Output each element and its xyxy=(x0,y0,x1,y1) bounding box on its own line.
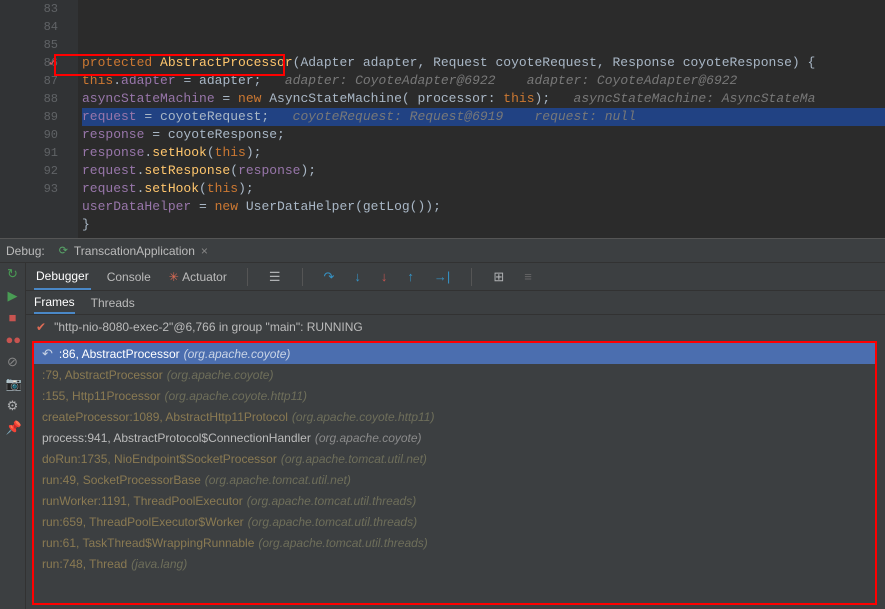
stack-frame[interactable]: run:61, TaskThread$WrappingRunnable (org.… xyxy=(34,532,875,553)
subtab-frames[interactable]: Frames xyxy=(34,291,75,314)
line-number: 88 xyxy=(0,90,58,108)
frame-text: process:941, AbstractProtocol$Connection… xyxy=(42,431,311,445)
frame-package: (org.apache.tomcat.util.net) xyxy=(281,452,427,466)
code-line[interactable]: response = coyoteResponse; xyxy=(82,126,885,144)
subtab-threads[interactable]: Threads xyxy=(91,291,135,314)
drop-frame-icon[interactable]: ↶ xyxy=(42,346,53,362)
frame-package: (org.apache.coyote) xyxy=(315,431,422,445)
stack-frame[interactable]: doRun:1735, NioEndpoint$SocketProcessor (… xyxy=(34,448,875,469)
line-number[interactable]: 86 xyxy=(0,54,58,72)
frames-threads-tabs: Frames Threads xyxy=(26,291,885,315)
tab-debugger[interactable]: Debugger xyxy=(34,263,91,290)
frame-text: run:49, SocketProcessorBase xyxy=(42,473,201,487)
code-line[interactable]: request.setResponse(response); xyxy=(82,162,885,180)
frame-text: doRun:1735, NioEndpoint$SocketProcessor xyxy=(42,452,277,466)
frame-text: :155, Http11Processor xyxy=(42,389,161,403)
stack-frame[interactable]: run:49, SocketProcessorBase (org.apache.t… xyxy=(34,469,875,490)
code-line[interactable] xyxy=(82,234,885,238)
frame-package: (org.apache.tomcat.util.threads) xyxy=(247,494,416,508)
layout-icon[interactable]: ☰ xyxy=(266,269,284,285)
resume-icon[interactable]: ▶ xyxy=(6,289,20,303)
line-number: 84 xyxy=(0,18,58,36)
mute-breakpoints-icon[interactable]: ⊘ xyxy=(6,355,20,369)
code-line[interactable]: request.setHook(this); xyxy=(82,180,885,198)
view-breakpoints-icon[interactable]: ●● xyxy=(6,333,20,347)
get-thread-dump-icon[interactable]: 📷 xyxy=(6,377,20,391)
frame-text: runWorker:1191, ThreadPoolExecutor xyxy=(42,494,243,508)
thread-name: "http-nio-8080-exec-2"@6,766 in group "m… xyxy=(54,320,363,334)
more-icon[interactable]: ≡ xyxy=(521,269,535,284)
code-area[interactable]: protected AbstractProcessor(Adapter adap… xyxy=(78,0,885,238)
line-number: 93 xyxy=(0,180,58,198)
frame-text: run:748, Thread xyxy=(42,557,127,571)
frame-text: run:659, ThreadPoolExecutor$Worker xyxy=(42,515,244,529)
code-line[interactable]: } xyxy=(82,216,885,234)
stack-frame[interactable]: runWorker:1191, ThreadPoolExecutor (org.a… xyxy=(34,490,875,511)
line-number: 83 xyxy=(0,0,58,18)
run-config-name[interactable]: TranscationApplication xyxy=(74,244,195,258)
code-line[interactable]: asyncStateMachine = new AsyncStateMachin… xyxy=(82,90,885,108)
code-line[interactable]: this.adapter = adapter; adapter: CoyoteA… xyxy=(82,72,885,90)
stack-frame[interactable]: run:748, Thread (java.lang) xyxy=(34,553,875,574)
stack-frame[interactable]: run:659, ThreadPoolExecutor$Worker (org.a… xyxy=(34,511,875,532)
frames-list[interactable]: ↶ :86, AbstractProcessor (org.apache.coyot… xyxy=(32,341,877,605)
frame-text: createProcessor:1089, AbstractHttp11Prot… xyxy=(42,410,288,424)
frame-text: run:61, TaskThread$WrappingRunnable xyxy=(42,536,254,550)
code-line[interactable]: request = coyoteRequest; coyoteRequest: … xyxy=(82,108,885,126)
frame-package: (org.apache.coyote.http11) xyxy=(292,410,435,424)
frame-package: (org.apache.tomcat.util.threads) xyxy=(258,536,427,550)
force-step-into-icon[interactable]: ↓ xyxy=(378,269,391,284)
frame-package: (org.apache.tomcat.util.net) xyxy=(205,473,351,487)
tab-actuator[interactable]: ✳ Actuator xyxy=(167,263,229,290)
debug-label: Debug: xyxy=(6,244,45,258)
tab-console[interactable]: Console xyxy=(105,263,153,290)
stack-frame[interactable]: ↶ :86, AbstractProcessor (org.apache.coyot… xyxy=(34,343,875,364)
stack-frame[interactable]: :155, Http11Processor (org.apache.coyote.… xyxy=(34,385,875,406)
step-into-icon[interactable]: ↓ xyxy=(351,269,364,284)
line-number: 90 xyxy=(0,126,58,144)
frame-package: (java.lang) xyxy=(131,557,187,571)
code-line[interactable]: protected AbstractProcessor(Adapter adap… xyxy=(82,54,885,72)
line-number: 89 xyxy=(0,108,58,126)
settings-icon[interactable]: ⚙ xyxy=(6,399,20,413)
pin-icon[interactable]: 📌 xyxy=(6,421,20,435)
frame-package: (org.apache.tomcat.util.threads) xyxy=(248,515,417,529)
stop-icon[interactable]: ■ xyxy=(6,311,20,325)
stack-frame[interactable]: :79, AbstractProcessor (org.apache.coyote… xyxy=(34,364,875,385)
line-number: 85 xyxy=(0,36,58,54)
line-number: 92 xyxy=(0,162,58,180)
debug-left-toolbar: ↻ ▶ ■ ●● ⊘ 📷 ⚙ 📌 xyxy=(0,263,26,609)
run-config-icon: ⟳ xyxy=(59,244,68,257)
step-out-icon[interactable]: ↑ xyxy=(404,269,417,284)
thread-status-icon: ✔ xyxy=(36,320,46,334)
step-over-icon[interactable]: ↷ xyxy=(321,269,338,285)
stack-frame[interactable]: createProcessor:1089, AbstractHttp11Prot… xyxy=(34,406,875,427)
line-number: 87 xyxy=(0,72,58,90)
line-gutter: 83 84 85 86 87 88 89 90 91 92 93 xyxy=(0,0,78,238)
frame-package: (org.apache.coyote.http11) xyxy=(165,389,308,403)
debug-titlebar: Debug: ⟳ TranscationApplication × xyxy=(0,239,885,263)
evaluate-icon[interactable]: ⊞ xyxy=(490,269,507,285)
debug-tabs: Debugger Console ✳ Actuator ☰ ↷ ↓ ↓ ↑ →|… xyxy=(26,263,885,291)
close-icon[interactable]: × xyxy=(201,244,208,258)
code-editor[interactable]: 83 84 85 86 87 88 89 90 91 92 93 protect… xyxy=(0,0,885,238)
frame-package: (org.apache.coyote) xyxy=(167,368,274,382)
thread-selector[interactable]: ✔ "http-nio-8080-exec-2"@6,766 in group … xyxy=(26,315,885,339)
code-line[interactable]: userDataHelper = new UserDataHelper(getL… xyxy=(82,198,885,216)
frame-package: (org.apache.coyote) xyxy=(184,347,291,361)
debug-tool-window: Debug: ⟳ TranscationApplication × ↻ ▶ ■ … xyxy=(0,238,885,609)
frame-text: :86, AbstractProcessor xyxy=(59,347,180,361)
code-line[interactable]: response.setHook(this); xyxy=(82,144,885,162)
rerun-icon[interactable]: ↻ xyxy=(6,267,20,281)
line-number: 91 xyxy=(0,144,58,162)
stack-frame[interactable]: process:941, AbstractProtocol$Connection… xyxy=(34,427,875,448)
run-to-cursor-icon[interactable]: →| xyxy=(431,269,453,284)
frame-text: :79, AbstractProcessor xyxy=(42,368,163,382)
